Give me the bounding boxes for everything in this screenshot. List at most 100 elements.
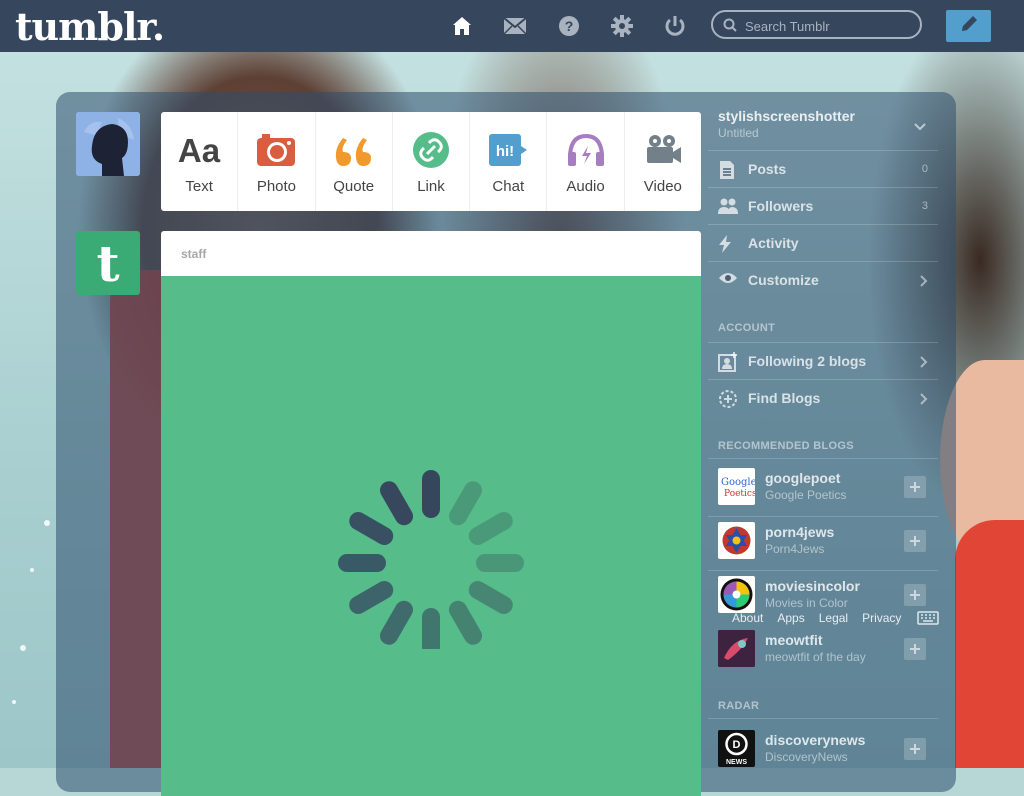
blog-avatar: [718, 630, 755, 667]
svg-text:hi!: hi!: [496, 143, 514, 160]
post-type-photo[interactable]: Photo: [238, 112, 316, 211]
svg-text:Google: Google: [721, 477, 755, 488]
post-type-label: Text: [185, 178, 213, 195]
tumblr-logo[interactable]: tumblr.: [15, 4, 165, 49]
quote-icon: [332, 130, 376, 170]
svg-text:?: ?: [565, 18, 574, 34]
blog-name: discoverynews: [765, 732, 866, 748]
blog-name: googlepoet: [765, 470, 841, 486]
sidebar-item-label: Posts: [748, 161, 787, 177]
svg-text:NEWS: NEWS: [726, 759, 747, 766]
svg-text:Poetics: Poetics: [724, 489, 755, 499]
eye-icon: [718, 271, 738, 291]
post-header: staff: [161, 231, 701, 276]
blog-name: porn4jews: [765, 524, 835, 540]
chevron-down-icon[interactable]: [914, 118, 926, 136]
sidebar-item-label: Find Blogs: [748, 390, 821, 406]
post-type-label: Photo: [256, 178, 297, 195]
sidebar-item-label: Activity: [748, 235, 799, 251]
blog-name: meowtfit: [765, 632, 823, 648]
sidebar-item-label: Customize: [748, 272, 819, 288]
follow-button[interactable]: [904, 476, 926, 498]
follow-button[interactable]: [904, 738, 926, 760]
home-icon[interactable]: [449, 13, 475, 39]
gear-icon[interactable]: [609, 13, 635, 39]
link-icon: [409, 130, 453, 170]
follow-button[interactable]: [904, 584, 926, 606]
account-section-header: ACCOUNT: [718, 322, 776, 334]
blog-title: meowtfit of the day: [765, 650, 866, 664]
loading-spinner-icon: [338, 470, 524, 649]
sidebar-item-label: Followers: [748, 198, 814, 214]
post-author[interactable]: staff: [181, 247, 206, 261]
sidebar-item-posts[interactable]: Posts 0: [708, 150, 938, 188]
chevron-right-icon: [920, 355, 928, 373]
recommended-section-header: RECOMMENDED BLOGS: [718, 440, 854, 452]
blog-title: Google Poetics: [765, 488, 847, 502]
post-type-chat[interactable]: hi! Chat: [470, 112, 548, 211]
radar-section-header: RADAR: [718, 700, 760, 712]
footer-link-about[interactable]: About: [732, 611, 763, 625]
follow-button[interactable]: [904, 638, 926, 660]
svg-text:D: D: [733, 739, 741, 751]
post-type-quote[interactable]: Quote: [316, 112, 393, 211]
keyboard-icon[interactable]: [917, 611, 939, 630]
post-type-link[interactable]: Link: [393, 112, 471, 211]
blog-name[interactable]: stylishscreenshotter: [718, 108, 855, 124]
chevron-right-icon: [920, 392, 928, 410]
sidebar-item-followers[interactable]: Followers 3: [708, 187, 938, 225]
post-type-audio[interactable]: Audio: [547, 112, 625, 211]
following-icon: [718, 352, 738, 372]
sidebar-item-customize[interactable]: Customize: [708, 261, 938, 299]
staff-avatar[interactable]: t: [76, 231, 140, 295]
compose-button[interactable]: [946, 10, 991, 42]
search-input[interactable]: [743, 16, 917, 36]
video-icon: [641, 130, 685, 170]
post-type-label: Audio: [566, 178, 605, 195]
chevron-right-icon: [920, 274, 928, 292]
user-avatar[interactable]: [76, 112, 140, 176]
sidebar-item-following[interactable]: Following 2 blogs: [708, 342, 938, 380]
recommended-blog[interactable]: meowtfit meowtfit of the day: [718, 630, 938, 680]
camera-icon: [254, 130, 298, 170]
blog-avatar: [718, 522, 755, 559]
search-box[interactable]: [711, 10, 922, 39]
mail-icon[interactable]: [502, 13, 528, 39]
top-nav-bar: tumblr. ?: [0, 0, 1024, 52]
help-icon[interactable]: ?: [556, 13, 582, 39]
dashboard-post: staff: [161, 231, 701, 796]
activity-icon: [718, 234, 738, 254]
post-type-label: Quote: [333, 178, 375, 195]
footer-link-privacy[interactable]: Privacy: [862, 611, 901, 625]
recommended-blog[interactable]: Google Poetics googlepoet Google Poetics: [718, 468, 938, 518]
footer-link-apps[interactable]: Apps: [777, 611, 804, 625]
blog-title: Untitled: [718, 126, 759, 140]
blog-avatar: [718, 576, 755, 613]
radar-blog[interactable]: D NEWS discoverynews DiscoveryNews: [718, 730, 938, 780]
footer-link-legal[interactable]: Legal: [819, 611, 848, 625]
post-type-text[interactable]: Aa Text: [161, 112, 239, 211]
post-type-bar: Aa Text Photo Quote Link hi! Chat Audio: [161, 112, 701, 211]
footer-links: About Apps Legal Privacy: [732, 611, 901, 625]
blog-avatar: D NEWS: [718, 730, 755, 767]
blog-avatar: Google Poetics: [718, 468, 755, 505]
sidebar-item-find-blogs[interactable]: Find Blogs: [708, 379, 938, 417]
post-body: [161, 276, 701, 796]
pencil-icon: [959, 14, 979, 39]
blog-title: Movies in Color: [765, 596, 848, 610]
post-type-label: Link: [417, 178, 445, 195]
blog-name: moviesincolor: [765, 578, 860, 594]
recommended-blog[interactable]: porn4jews Porn4Jews: [718, 522, 938, 572]
find-blogs-icon: [718, 389, 738, 409]
search-icon: [723, 18, 737, 37]
headphones-icon: [564, 130, 608, 170]
followers-icon: [718, 197, 738, 217]
svg-text:Aa: Aa: [178, 132, 221, 169]
sidebar-item-count: 3: [921, 200, 928, 212]
sidebar-item-activity[interactable]: Activity: [708, 224, 938, 262]
post-type-video[interactable]: Video: [625, 112, 701, 211]
svg-text:t: t: [96, 235, 119, 291]
power-icon[interactable]: [662, 13, 688, 39]
follow-button[interactable]: [904, 530, 926, 552]
sidebar-item-count: 0: [921, 163, 928, 175]
